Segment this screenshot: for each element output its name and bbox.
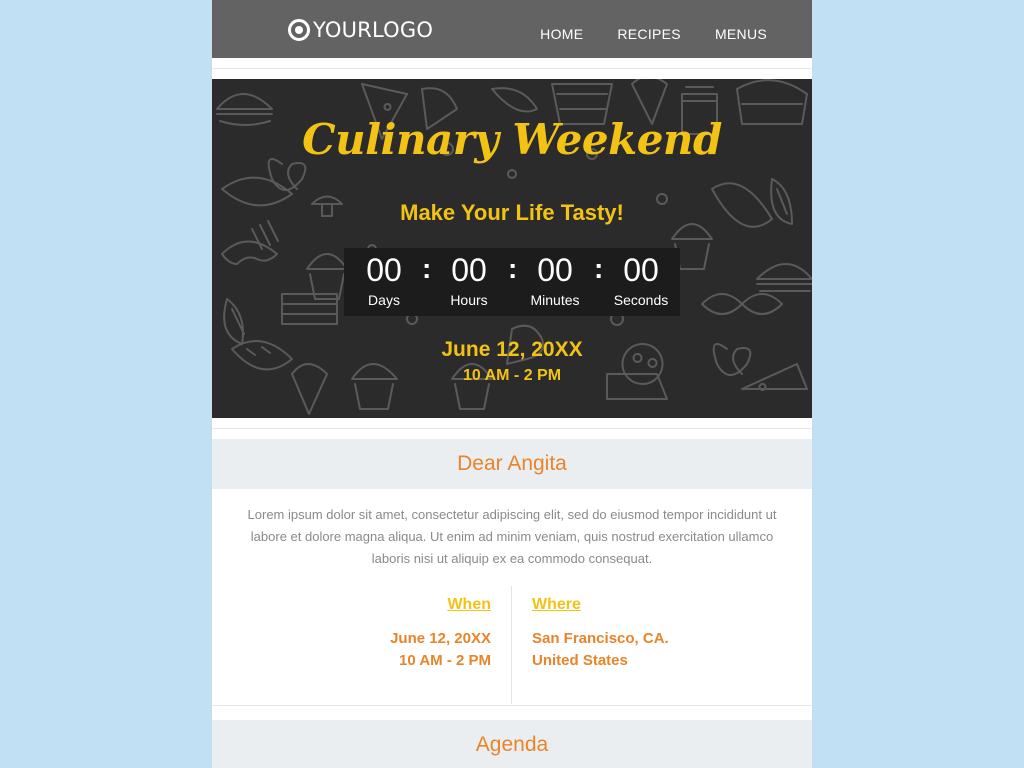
body-paragraph: Lorem ipsum dolor sit amet, consectetur …	[247, 507, 777, 566]
countdown-seconds: 00 Seconds	[601, 248, 681, 308]
countdown-hours-value: 00	[451, 252, 487, 288]
greeting-heading: Dear Angita	[212, 439, 812, 489]
divider	[212, 68, 812, 69]
when-column: When June 12, 20XX 10 AM - 2 PM	[212, 586, 512, 704]
countdown-days: 00 Days	[344, 248, 424, 308]
hero-tagline: Make Your Life Tasty!	[400, 200, 624, 225]
logo-link[interactable]: YOURLOGO	[288, 19, 433, 41]
nav-recipes-link[interactable]: RECIPES	[617, 26, 681, 42]
hero-time: 10 AM - 2 PM	[462, 367, 562, 384]
countdown-days-value: 00	[366, 252, 402, 288]
countdown-minutes-value: 00	[537, 252, 573, 288]
where-city: San Francisco, CA.	[532, 630, 669, 647]
when-date: June 12, 20XX	[390, 630, 491, 647]
divider	[212, 705, 812, 706]
when-title-link[interactable]: When	[212, 596, 511, 614]
logo-text: YOURLOGO	[313, 18, 434, 42]
where-details: San Francisco, CA. United States	[512, 628, 812, 672]
email-page: YOURLOGO HOME RECIPES MENUS Culinary Wee…	[212, 0, 812, 768]
countdown-hours-label: Hours	[450, 292, 488, 308]
countdown-minutes: 00 Minutes	[515, 248, 595, 308]
countdown-seconds-label: Seconds	[613, 292, 669, 308]
countdown-timer: 00 Days : 00 Hours : 00 Minutes : 00 Sec…	[344, 248, 680, 316]
main-nav: HOME RECIPES MENUS	[540, 0, 767, 68]
hero-content: Culinary Weekend Make Your Life Tasty! 0…	[212, 79, 812, 418]
countdown-minutes-label: Minutes	[530, 292, 580, 308]
email-header: YOURLOGO HOME RECIPES MENUS	[212, 0, 812, 58]
hero-banner: Culinary Weekend Make Your Life Tasty! 0…	[212, 79, 812, 418]
hero-title: Culinary Weekend	[302, 115, 722, 164]
when-time: 10 AM - 2 PM	[399, 652, 491, 669]
countdown-days-label: Days	[368, 292, 400, 308]
when-details: June 12, 20XX 10 AM - 2 PM	[212, 628, 511, 672]
nav-home-link[interactable]: HOME	[540, 26, 583, 42]
agenda-heading: Agenda	[212, 720, 812, 768]
nav-menus-link[interactable]: MENUS	[715, 26, 767, 42]
countdown-hours: 00 Hours	[429, 248, 509, 308]
where-title-link[interactable]: Where	[512, 596, 812, 614]
hero-date: June 12, 20XX	[441, 338, 583, 361]
logo-circle-icon	[288, 19, 310, 41]
where-country: United States	[532, 652, 628, 669]
countdown-seconds-value: 00	[623, 252, 659, 288]
where-column: Where San Francisco, CA. United States	[512, 586, 812, 704]
divider	[212, 428, 812, 429]
